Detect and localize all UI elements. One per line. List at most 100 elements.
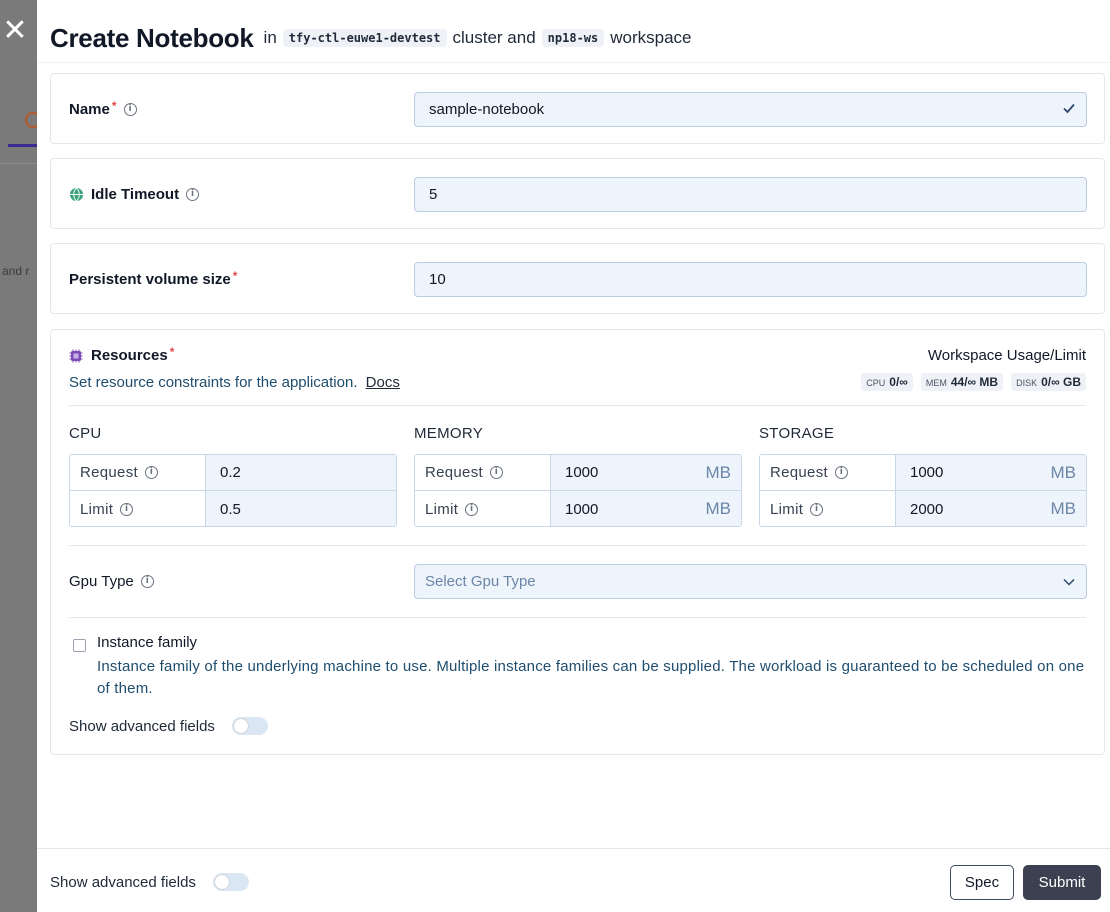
header-workspace-text: workspace — [610, 28, 692, 47]
resources-description: Set resource constraints for the applica… — [69, 374, 400, 391]
panel-header: Create Notebook in tfy-ctl-euwe1-devtest… — [37, 0, 1110, 63]
usage-badge-cpu: CPU 0/∞ — [861, 373, 913, 391]
storage-limit-label: Limit i — [760, 491, 896, 526]
cpu-limit-input[interactable]: 0.5 — [206, 491, 396, 526]
page-title: Create Notebook — [50, 22, 254, 53]
instance-family-checkbox[interactable] — [73, 639, 86, 652]
persistent-volume-input[interactable]: 10 — [414, 262, 1087, 297]
required-marker: * — [169, 344, 175, 359]
storage-limit-input[interactable]: 2000 MB — [896, 491, 1086, 526]
panel-footer: Show advanced fields Spec Submit — [37, 848, 1110, 912]
storage-group-title: STORAGE — [759, 425, 835, 442]
footer-advanced-toggle[interactable] — [212, 873, 249, 891]
background-tab-indicator — [8, 144, 37, 147]
check-icon — [1063, 103, 1075, 114]
resources-advanced-toggle[interactable] — [231, 717, 268, 735]
persistent-volume-value: 10 — [429, 271, 446, 288]
storage-group: Request i 1000 MB Limit i 2000 MB — [759, 454, 1087, 527]
info-icon[interactable]: i — [810, 502, 824, 516]
cpu-request-row: Request i 0.2 — [70, 455, 396, 491]
idle-timeout-value: 5 — [429, 186, 438, 203]
required-marker: * — [111, 98, 117, 113]
workspace-chip: np18-ws — [541, 29, 605, 47]
name-input-value: sample-notebook — [429, 101, 545, 118]
info-icon[interactable]: i — [834, 466, 848, 479]
cpu-request-input[interactable]: 0.2 — [206, 455, 396, 490]
cpu-limit-label: Limit i — [70, 491, 206, 526]
cluster-chip: tfy-ctl-euwe1-devtest — [282, 29, 447, 47]
resources-label: Resources * — [69, 344, 175, 364]
name-label-text: Name — [69, 101, 110, 118]
usage-badge-disk: DISK 0/∞ GB — [1011, 373, 1086, 391]
background-text: and r — [2, 264, 30, 278]
form-body: Name * i sample-notebook Idle Timeout i … — [37, 63, 1110, 848]
globe-icon — [69, 187, 84, 202]
footer-advanced-row: Show advanced fields — [50, 873, 249, 891]
background-logo-icon — [25, 112, 37, 128]
resources-advanced-label: Show advanced fields — [69, 717, 215, 735]
divider — [69, 405, 1086, 406]
background-page: and r ✕ — [0, 0, 37, 912]
close-icon[interactable]: ✕ — [2, 16, 28, 46]
toggle-knob — [233, 719, 248, 733]
info-icon[interactable]: i — [465, 502, 479, 516]
divider — [69, 617, 1086, 618]
idle-timeout-label: Idle Timeout i — [69, 186, 200, 203]
info-icon[interactable]: i — [123, 103, 137, 116]
workspace-usage-title: Workspace Usage/Limit — [927, 347, 1086, 364]
persistent-volume-card: Persistent volume size * 10 — [50, 243, 1105, 314]
info-icon[interactable]: i — [144, 466, 158, 479]
persistent-volume-label-text: Persistent volume size — [69, 271, 231, 288]
docs-link[interactable]: Docs — [366, 374, 400, 391]
instance-family-label: Instance family — [97, 634, 198, 651]
gpu-type-placeholder: Select Gpu Type — [425, 573, 536, 590]
name-card: Name * i sample-notebook — [50, 73, 1105, 144]
idle-timeout-label-text: Idle Timeout — [91, 186, 180, 203]
gpu-type-select[interactable]: Select Gpu Type — [414, 564, 1087, 599]
info-icon[interactable]: i — [140, 575, 154, 588]
name-label: Name * i — [69, 98, 137, 118]
info-icon[interactable]: i — [186, 188, 200, 201]
memory-limit-row: Limit i 1000 MB — [415, 491, 741, 526]
memory-group-title: MEMORY — [414, 425, 484, 442]
required-marker: * — [232, 268, 238, 283]
usage-badge-mem: MEM 44/∞ MB — [920, 373, 1004, 391]
divider — [69, 545, 1086, 546]
resources-advanced-row: Show advanced fields — [69, 717, 268, 735]
toggle-knob — [214, 875, 229, 889]
resources-description-text: Set resource constraints for the applica… — [69, 374, 358, 391]
storage-request-input[interactable]: 1000 MB — [896, 455, 1086, 490]
spec-button[interactable]: Spec — [950, 865, 1014, 900]
create-notebook-panel: Create Notebook in tfy-ctl-euwe1-devtest… — [37, 0, 1110, 912]
workspace-usage-badges: CPU 0/∞ MEM 44/∞ MB DISK 0/∞ GB — [861, 373, 1086, 391]
instance-family-description: Instance family of the underlying machin… — [97, 658, 1085, 697]
info-icon[interactable]: i — [120, 502, 134, 516]
info-icon[interactable]: i — [489, 466, 503, 479]
cpu-group: Request i 0.2 Limit i 0.5 — [69, 454, 397, 527]
footer-advanced-label: Show advanced fields — [50, 873, 196, 891]
memory-limit-input[interactable]: 1000 MB — [551, 491, 741, 526]
memory-limit-label: Limit i — [415, 491, 551, 526]
cpu-chip-icon — [69, 349, 83, 362]
cpu-request-label: Request i — [70, 455, 206, 490]
background-divider — [0, 163, 37, 164]
submit-button[interactable]: Submit — [1023, 865, 1101, 900]
storage-request-label: Request i — [760, 455, 896, 490]
chevron-down-icon — [1063, 578, 1075, 586]
memory-request-row: Request i 1000 MB — [415, 455, 741, 491]
header-in-text: in — [263, 28, 277, 47]
gpu-type-label: Gpu Type i — [69, 573, 154, 590]
resources-label-text: Resources — [91, 347, 168, 364]
name-input[interactable]: sample-notebook — [414, 92, 1087, 127]
cpu-limit-row: Limit i 0.5 — [70, 491, 396, 526]
memory-request-input[interactable]: 1000 MB — [551, 455, 741, 490]
idle-timeout-input[interactable]: 5 — [414, 177, 1087, 212]
header-cluster-text: cluster and — [452, 28, 536, 47]
cpu-group-title: CPU — [69, 425, 102, 442]
storage-limit-row: Limit i 2000 MB — [760, 491, 1086, 526]
memory-request-label: Request i — [415, 455, 551, 490]
gpu-type-label-text: Gpu Type — [69, 573, 134, 590]
storage-request-row: Request i 1000 MB — [760, 455, 1086, 491]
resources-card: Resources * Set resource constraints for… — [50, 329, 1105, 755]
persistent-volume-label: Persistent volume size * — [69, 268, 238, 289]
